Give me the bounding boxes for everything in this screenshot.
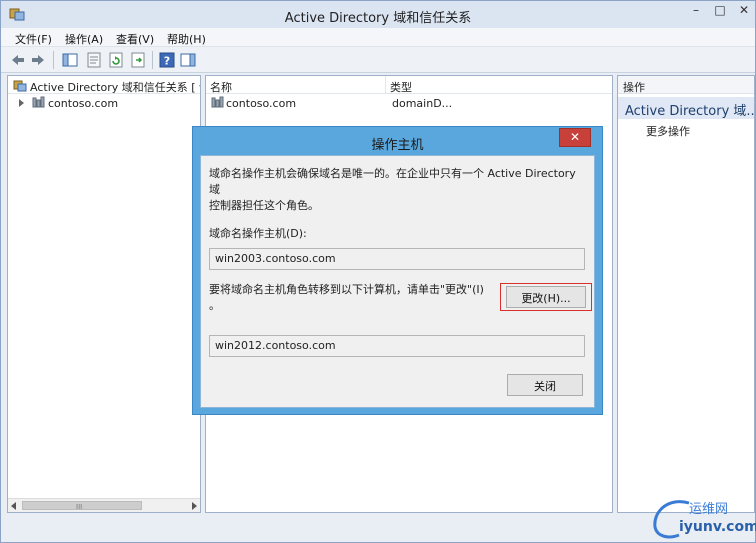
window-close-button[interactable]: ✕ [732,1,756,21]
tree-root-row[interactable]: Active Directory 域和信任关系 [ w [8,76,200,94]
column-header-name[interactable]: 名称 [206,76,386,94]
back-icon[interactable] [9,51,27,69]
export-icon[interactable] [129,51,147,69]
dialog-description: 域命名操作主机会确保域名是唯一的。在企业中只有一个 Active Directo… [209,166,589,214]
dialog-body: 域命名操作主机会确保域名是唯一的。在企业中只有一个 Active Directo… [200,155,595,408]
domains-trusts-icon [13,80,27,92]
console-tree: Active Directory 域和信任关系 [ w contoso.com … [7,75,201,513]
target-computer-field: win2012.contoso.com [209,335,585,357]
scroll-left-icon[interactable] [11,502,16,510]
console-tree-icon[interactable] [179,51,197,69]
scroll-grip: III [76,503,83,511]
dialog-close-button[interactable]: ✕ [559,128,591,147]
actions-title: 操作 [618,76,754,94]
window-title: Active Directory 域和信任关系 [284,11,472,26]
description-line-1: 域命名操作主机会确保域名是唯一的。在企业中只有一个 Active Directo… [209,167,576,196]
transfer-instruction: 要将域命名主机角色转移到以下计算机，请单击"更改"(I) 。 [209,282,499,314]
transfer-line-1: 要将域命名主机角色转移到以下计算机，请单击"更改"(I) [209,283,484,296]
mmc-window: Active Directory 域和信任关系 – □ ✕ 文件(F) 操作(A… [0,0,756,543]
properties-icon[interactable] [85,51,103,69]
close-button[interactable]: 关闭 [507,374,583,396]
menu-help[interactable]: 帮助(H) [167,31,206,47]
transfer-line-2: 。 [209,299,220,312]
show-tree-icon[interactable] [61,51,79,69]
operations-master-dialog: 操作主机 ✕ 域命名操作主机会确保域名是唯一的。在企业中只有一个 Active … [192,126,603,415]
refresh-icon[interactable] [107,51,125,69]
actions-pane: 操作 Active Directory 域... 更多操作 [617,75,755,513]
actions-section-header[interactable]: Active Directory 域... [618,97,754,119]
tree-root-label: Active Directory 域和信任关系 [ w [30,81,200,94]
list-item-name[interactable]: contoso.com [226,97,296,110]
description-line-2: 控制器担任这个角色。 [209,199,319,212]
maximize-button[interactable]: □ [709,1,731,21]
svg-text:?: ? [164,55,170,68]
toolbar-separator [152,51,153,69]
menu-bar: 文件(F) 操作(A) 查看(V) 帮助(H) [1,28,755,47]
current-master-label: 域命名操作主机(D): [209,227,307,240]
minimize-button[interactable]: – [685,1,707,21]
scroll-right-icon[interactable] [192,502,197,510]
tree-item-contoso[interactable]: contoso.com [48,97,118,110]
forward-icon[interactable] [29,51,47,69]
toolbar-separator [53,51,54,69]
dialog-title: 操作主机 [371,138,424,153]
menu-view[interactable]: 查看(V) [116,31,154,47]
watermark-cn: 运维网 [689,502,729,517]
menu-file[interactable]: 文件(F) [15,31,52,47]
help-icon[interactable]: ? [158,51,176,69]
status-bar [1,517,755,542]
change-button[interactable]: 更改(H)... [506,286,586,308]
menu-action[interactable]: 操作(A) [65,31,103,47]
domain-icon [211,96,224,108]
domain-icon [32,96,45,108]
watermark-url: iyunv.com [679,519,756,535]
current-master-field: win2003.contoso.com [209,248,585,270]
expand-arrow-icon[interactable] [19,99,24,107]
tree-horizontal-scrollbar[interactable]: III [8,498,200,512]
watermark: 运维网 iyunv.com [649,495,756,541]
column-header-type[interactable]: 类型 [386,76,612,94]
list-item-type: domainD... [392,97,453,110]
toolbar: ? [1,47,755,73]
more-actions-link[interactable]: 更多操作 [646,123,690,139]
title-bar[interactable]: Active Directory 域和信任关系 – □ ✕ [1,1,755,28]
